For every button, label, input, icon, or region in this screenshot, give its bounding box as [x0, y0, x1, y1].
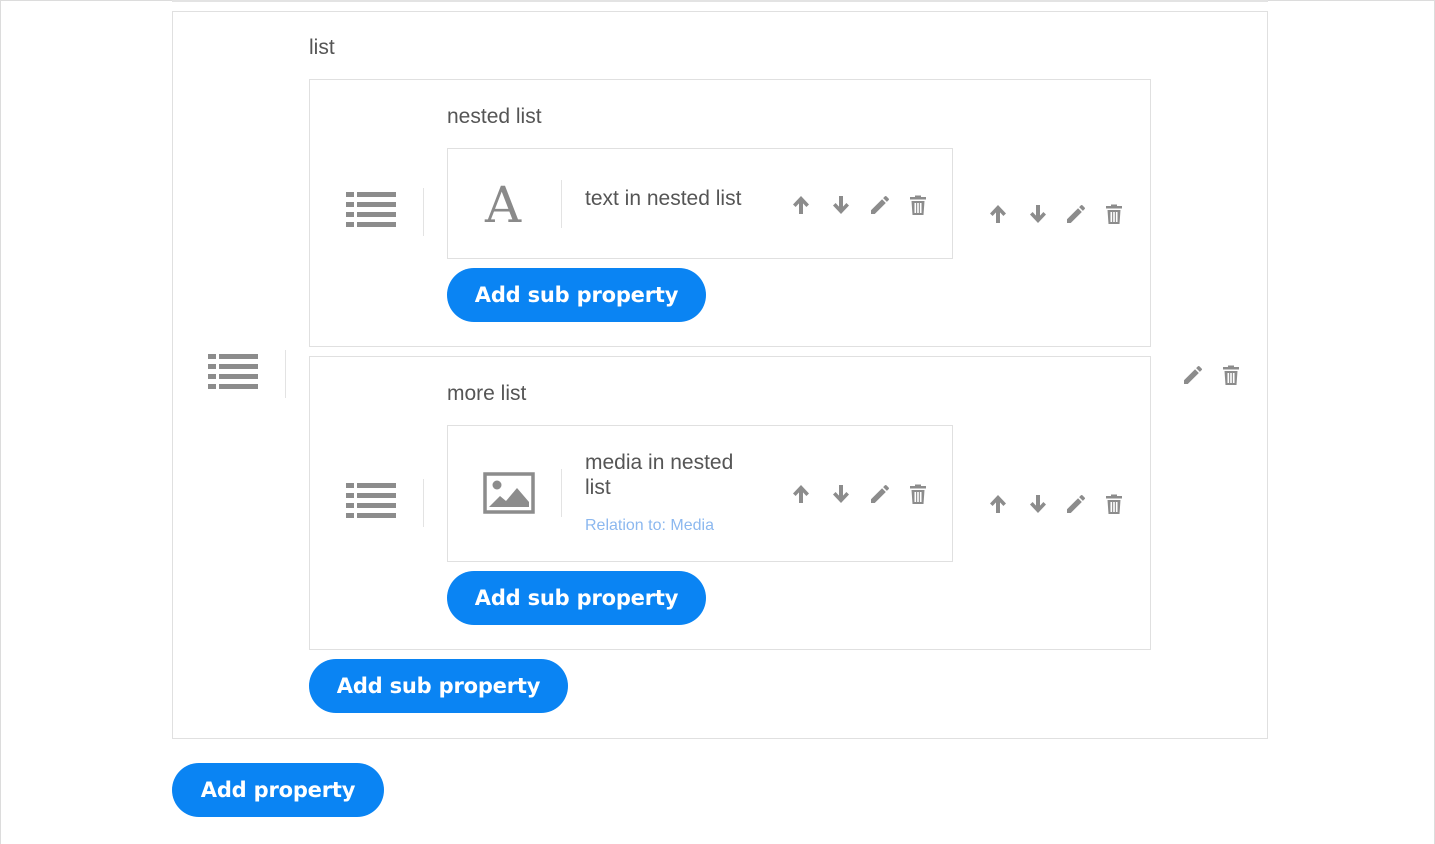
property-label-line2: list [585, 476, 611, 499]
property-label-line1: media in nested [585, 451, 734, 474]
arrow-up-icon[interactable] [986, 202, 1010, 226]
add-sub-property-button[interactable]: Add sub property [447, 268, 706, 322]
list-icon [346, 481, 396, 521]
edit-icon[interactable] [1064, 492, 1088, 516]
arrow-up-icon[interactable] [789, 193, 813, 217]
property-label: nested list [447, 105, 542, 128]
property-label: list [309, 36, 335, 59]
type-separator [285, 350, 286, 398]
add-property-button[interactable]: Add property [172, 763, 384, 817]
arrow-up-icon[interactable] [986, 492, 1010, 516]
property-label: more list [447, 382, 527, 405]
edit-icon[interactable] [1181, 363, 1205, 387]
list-icon [208, 352, 258, 392]
type-separator [423, 479, 424, 527]
add-sub-property-button[interactable]: Add sub property [309, 659, 568, 713]
edit-icon[interactable] [1064, 202, 1088, 226]
trash-icon[interactable] [906, 193, 930, 217]
arrow-down-icon[interactable] [1026, 202, 1050, 226]
arrow-down-icon[interactable] [1026, 492, 1050, 516]
list-icon [346, 190, 396, 230]
arrow-up-icon[interactable] [789, 482, 813, 506]
top-divider [172, 0, 1268, 2]
trash-icon[interactable] [1102, 492, 1126, 516]
arrow-down-icon[interactable] [829, 193, 853, 217]
image-icon [483, 472, 535, 514]
text-type-icon: A [485, 176, 522, 234]
edit-icon[interactable] [868, 193, 892, 217]
arrow-down-icon[interactable] [829, 482, 853, 506]
trash-icon[interactable] [1219, 363, 1243, 387]
trash-icon[interactable] [1102, 202, 1126, 226]
type-separator [423, 188, 424, 236]
relation-text: Relation to: Media [585, 517, 714, 534]
property-label: text in nested list [585, 187, 742, 210]
edit-icon[interactable] [868, 482, 892, 506]
type-separator [561, 469, 562, 517]
trash-icon[interactable] [906, 482, 930, 506]
add-sub-property-button[interactable]: Add sub property [447, 571, 706, 625]
type-separator [561, 180, 562, 228]
